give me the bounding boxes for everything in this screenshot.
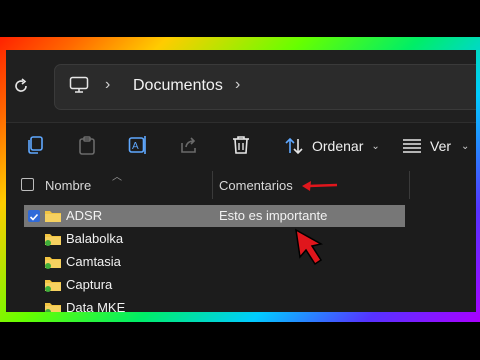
computer-icon — [69, 76, 89, 93]
column-name-header[interactable]: Nombre — [45, 178, 91, 193]
folder-icon — [45, 257, 61, 269]
row-checkbox[interactable] — [28, 210, 40, 222]
breadcrumb-documentos[interactable]: Documentos — [133, 77, 223, 95]
chevron-right-icon[interactable]: › — [235, 76, 240, 94]
checkmark-icon — [29, 213, 39, 221]
chevron-down-icon: ⌄ — [371, 140, 380, 152]
file-row-adsr[interactable]: ADSR Esto es importante — [24, 205, 405, 227]
column-divider[interactable] — [212, 171, 213, 199]
copy-icon[interactable] — [26, 135, 44, 155]
view-icon — [403, 139, 421, 153]
folder-icon — [45, 303, 61, 312]
file-row-captura[interactable]: Captura — [24, 274, 405, 296]
red-cursor-annotation — [295, 228, 324, 266]
column-header: Nombre ︿ Comentarios — [6, 171, 476, 199]
refresh-icon[interactable] — [12, 77, 30, 95]
delete-icon[interactable] — [232, 135, 250, 155]
address-bar: › Documentos › — [6, 50, 476, 122]
share-icon[interactable] — [179, 135, 199, 155]
column-divider[interactable] — [409, 171, 410, 199]
folder-icon — [45, 280, 61, 292]
sort-icon — [285, 137, 303, 155]
sort-button[interactable]: Ordenar ⌄ — [284, 134, 380, 158]
column-comments-header[interactable]: Comentarios — [219, 178, 293, 193]
file-row-data-mke[interactable]: Data MKE — [24, 297, 405, 312]
paste-icon[interactable] — [78, 135, 96, 155]
view-button[interactable]: Ver ⌄ — [402, 134, 469, 158]
command-bar: A Ordenar ⌄ Ver ⌄ — [6, 123, 476, 171]
path-box[interactable]: › Documentos › — [54, 64, 476, 110]
file-name: Camtasia — [66, 254, 121, 269]
file-name: Captura — [66, 277, 113, 292]
select-all-checkbox[interactable] — [21, 178, 34, 191]
folder-icon — [45, 211, 61, 222]
chevron-down-icon: ⌄ — [461, 140, 470, 152]
sort-caret-icon: ︿ — [112, 172, 122, 183]
sort-label: Ordenar — [312, 138, 364, 154]
file-name: ADSR — [66, 208, 103, 223]
file-row-balabolka[interactable]: Balabolka — [24, 228, 405, 250]
file-row-camtasia[interactable]: Camtasia — [24, 251, 405, 273]
file-name: Data MKE — [66, 300, 126, 312]
svg-text:A: A — [132, 141, 139, 152]
file-comment: Esto es importante — [219, 208, 328, 223]
file-explorer-window: › Documentos › A Ordenar ⌄ Ver ⌄ Nombre … — [6, 50, 476, 312]
red-arrow-annotation — [302, 181, 338, 191]
view-label: Ver — [430, 138, 452, 154]
file-name: Balabolka — [66, 231, 124, 246]
folder-icon — [45, 234, 61, 246]
rename-icon[interactable]: A — [128, 135, 148, 155]
chevron-right-icon[interactable]: › — [105, 76, 110, 94]
